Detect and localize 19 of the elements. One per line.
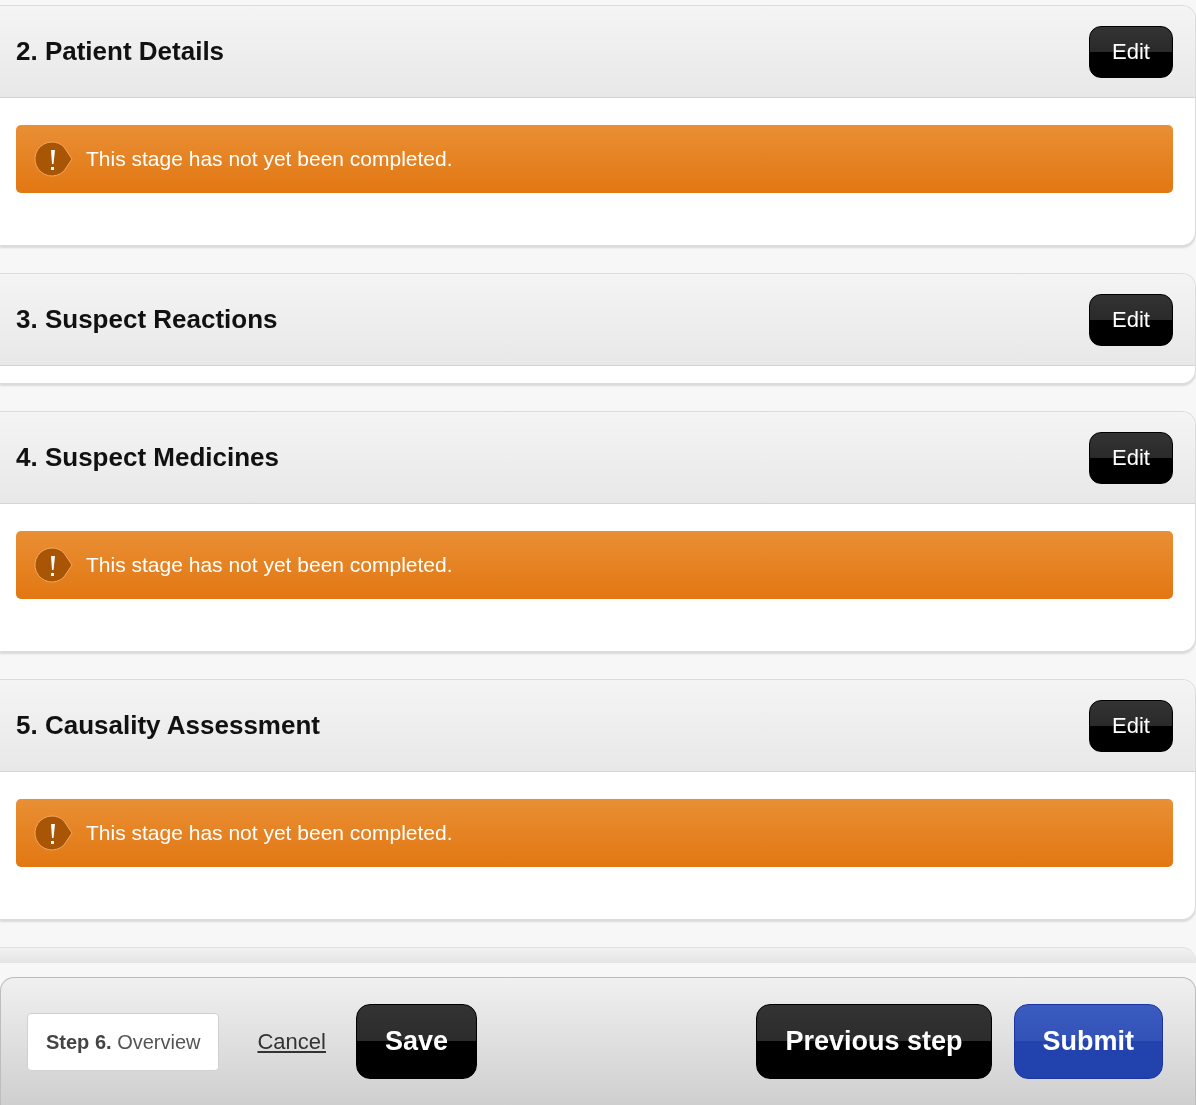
edit-button[interactable]: Edit	[1089, 699, 1173, 752]
section-title: 5. Causality Assessment	[16, 710, 320, 741]
warning-icon	[34, 141, 74, 177]
warning-text: This stage has not yet been completed.	[86, 821, 453, 845]
section-title: 3. Suspect Reactions	[16, 304, 278, 335]
cancel-link[interactable]: Cancel	[257, 1028, 326, 1055]
step-indicator: Step 6. Overview	[27, 1012, 220, 1071]
section-title: 2. Patient Details	[16, 36, 225, 67]
submit-button[interactable]: Submit	[1013, 1004, 1163, 1079]
edit-button[interactable]: Edit	[1089, 293, 1173, 346]
section-title: 4. Suspect Medicines	[16, 442, 279, 473]
warning-icon	[34, 815, 74, 851]
previous-step-button[interactable]: Previous step	[756, 1004, 992, 1079]
edit-button[interactable]: Edit	[1089, 25, 1173, 78]
edit-button[interactable]: Edit	[1089, 431, 1173, 484]
warning-icon	[34, 547, 74, 583]
save-button[interactable]: Save	[355, 1004, 478, 1079]
warning-text: This stage has not yet been completed.	[86, 553, 453, 577]
warning-text: This stage has not yet been completed.	[86, 147, 453, 171]
